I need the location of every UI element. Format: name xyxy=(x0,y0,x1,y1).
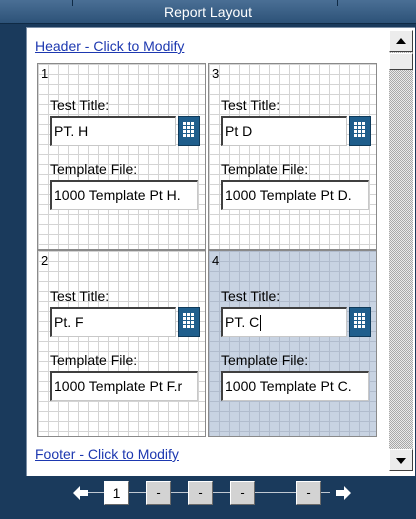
arrow-up-icon xyxy=(396,38,406,44)
header-link[interactable]: Header - Click to Modify xyxy=(35,38,184,54)
grid-picker-icon[interactable] xyxy=(178,116,200,146)
page-button-3[interactable]: - xyxy=(188,481,213,505)
test-title-input[interactable]: PT. C xyxy=(221,307,347,337)
report-layout-area: Header - Click to Modify 1 Test Title: P… xyxy=(26,27,415,476)
grid-picker-icon[interactable] xyxy=(178,307,200,337)
template-file-label: Template File: xyxy=(50,352,138,368)
next-page-arrow xyxy=(336,486,351,500)
titlebar-divider xyxy=(72,0,73,6)
scroll-thumb[interactable] xyxy=(389,53,413,70)
layout-panel-3[interactable]: 3 Test Title: Pt D Template File: 1000 T… xyxy=(208,63,377,250)
test-title-label: Test Title: xyxy=(50,97,110,113)
page-button-5[interactable]: - xyxy=(296,481,321,505)
test-title-input[interactable]: Pt. F xyxy=(50,307,176,337)
test-title-label: Test Title: xyxy=(50,288,110,304)
panel-number: 4 xyxy=(212,253,220,268)
panel-number: 3 xyxy=(212,66,220,81)
template-file-input[interactable]: 1000 Template Pt H. xyxy=(50,180,198,210)
layout-panel-4[interactable]: 4 Test Title: PT. C Template File: 1000 … xyxy=(208,250,377,437)
template-file-label: Template File: xyxy=(221,352,309,368)
layout-panel-1[interactable]: 1 Test Title: PT. H Template File: 1000 … xyxy=(37,63,206,250)
panel-number: 2 xyxy=(41,253,49,268)
window-titlebar: Report Layout xyxy=(0,0,416,24)
test-title-input[interactable]: Pt D xyxy=(221,116,347,146)
panel-number: 1 xyxy=(41,66,49,81)
template-file-label: Template File: xyxy=(50,161,138,177)
scroll-up-button[interactable] xyxy=(389,30,413,52)
footer-link[interactable]: Footer - Click to Modify xyxy=(35,446,179,462)
template-file-label: Template File: xyxy=(221,161,309,177)
test-title-input[interactable]: PT. H xyxy=(50,116,176,146)
text-cursor xyxy=(260,315,262,332)
arrow-right-icon[interactable] xyxy=(334,484,352,502)
grid-picker-icon-glyph xyxy=(354,313,365,328)
grid-picker-icon-glyph xyxy=(183,313,194,328)
window-title: Report Layout xyxy=(164,4,252,20)
template-file-input[interactable]: 1000 Template Pt C. xyxy=(221,371,369,401)
grid-picker-icon[interactable] xyxy=(349,307,371,337)
vertical-scrollbar[interactable] xyxy=(389,30,413,471)
scroll-down-button[interactable] xyxy=(389,449,413,471)
page-button-1[interactable]: 1 xyxy=(104,481,129,505)
grid-picker-icon-glyph xyxy=(183,122,194,137)
page-button-4[interactable]: - xyxy=(230,481,255,505)
arrow-left-icon[interactable] xyxy=(72,484,90,502)
template-file-input[interactable]: 1000 Template Pt F.r xyxy=(50,371,198,401)
grid-picker-icon-glyph xyxy=(354,122,365,137)
page-button-2[interactable]: - xyxy=(146,481,171,505)
grid-picker-icon[interactable] xyxy=(349,116,371,146)
test-title-value: PT. C xyxy=(225,314,260,330)
arrow-down-icon xyxy=(396,458,406,464)
template-file-input[interactable]: 1000 Template Pt D. xyxy=(221,180,369,210)
layout-panel-2[interactable]: 2 Test Title: Pt. F Template File: 1000 … xyxy=(37,250,206,437)
prev-page-arrow xyxy=(73,486,88,500)
titlebar-divider xyxy=(337,0,338,6)
test-title-label: Test Title: xyxy=(221,288,281,304)
test-title-label: Test Title: xyxy=(221,97,281,113)
